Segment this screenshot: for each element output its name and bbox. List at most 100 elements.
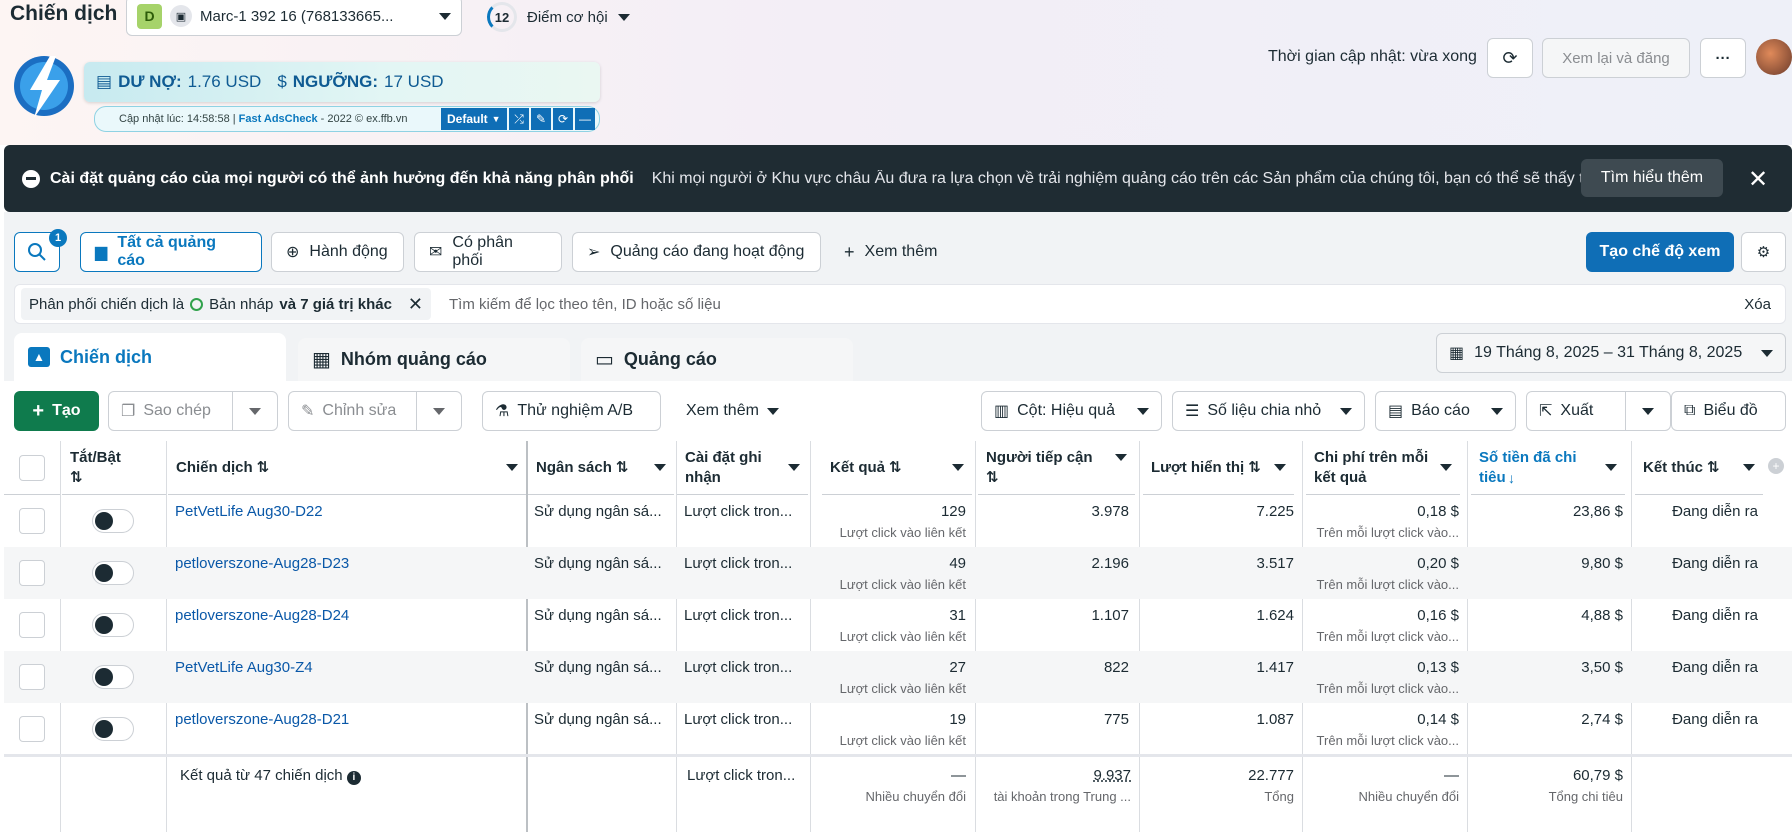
add-column-icon[interactable]: + [1768,458,1784,474]
campaign-name-link[interactable]: PetVetLife Aug30-D22 [175,503,515,520]
select-all-checkbox[interactable] [19,454,45,481]
row-checkbox[interactable] [19,612,45,638]
avatar[interactable] [1756,39,1792,75]
header-label: Số tiền đã chi tiêu [1479,448,1577,486]
refresh-button[interactable]: ⟳ [1487,38,1533,78]
campaign-toggle[interactable] [92,613,134,637]
learn-more-button[interactable]: Tìm hiểu thêm [1581,159,1723,197]
chevron-down-icon[interactable] [433,407,445,415]
chip-actions[interactable]: ⊕ Hành động [271,232,404,272]
campaign-toggle[interactable] [92,509,134,533]
row-checkbox[interactable] [19,664,45,690]
chip-active-ads[interactable]: ➢ Quảng cáo đang hoạt động [572,232,821,272]
shuffle-icon[interactable]: ⤮ [509,108,529,130]
duplicate-button[interactable]: ❐ Sao chép [108,391,278,431]
tab-campaigns[interactable]: ▲ Chiến dịch [14,333,286,381]
close-icon[interactable]: ✕ [1748,165,1768,194]
date-range-picker[interactable]: ▦ 19 Tháng 8, 2025 – 31 Tháng 8, 2025 [1436,333,1786,373]
review-publish-button[interactable]: Xem lại và đăng [1542,38,1690,78]
mode-select[interactable]: Default ▼ [441,108,507,130]
cost-per-result-cell: 0,18 $ [1417,503,1459,520]
tab-ad-sets[interactable]: ▦ Nhóm quảng cáo [298,338,570,381]
header-campaign[interactable]: Chiến dịch ⇅ [168,441,526,495]
chip-delivering[interactable]: ✉ Có phân phối [414,232,562,272]
header-end[interactable]: Kết thúc ⇅ [1635,441,1763,495]
row-checkbox[interactable] [19,716,45,742]
attribution-cell: Lượt click tron... [684,503,793,520]
tab-ads[interactable]: ▭ Quảng cáo [581,338,853,381]
account-selector[interactable]: D ▣ Marc-1 392 16 (768133665... [126,0,462,36]
minimize-icon[interactable]: — [575,108,595,130]
campaign-name-link[interactable]: petloverszone-Aug28-D21 [175,711,515,728]
campaign-toggle[interactable] [92,561,134,585]
campaign-toggle[interactable] [92,717,134,741]
create-view-button[interactable]: Tạo chế độ xem [1586,232,1734,272]
opportunity-score[interactable]: 12 Điểm cơ hội [487,2,630,32]
chevron-down-icon[interactable] [249,407,261,415]
amount-spent-cell: 3,50 $ [1581,659,1623,676]
row-checkbox[interactable] [19,560,45,586]
impressions-cell: 1.624 [1256,607,1294,624]
header-amount-spent[interactable]: Số tiền đã chi tiêu [1471,441,1625,495]
create-button[interactable]: + Tạo [14,391,99,431]
chip-label: Tất cả quảng cáo [117,234,216,269]
tab-label: Chiến dịch [60,346,153,367]
info-icon[interactable]: i [346,771,361,785]
plus-icon: + [32,399,45,422]
header-budget[interactable]: Ngân sách ⇅ [528,441,674,495]
ab-test-button[interactable]: ⚗ Thử nghiệm A/B [482,391,661,431]
chevron-down-icon [1115,454,1127,461]
header-reach[interactable]: Người tiếp cận ⇅ [978,441,1135,495]
header-label: Kết quả [830,458,886,476]
campaign-name-link[interactable]: petloverszone-Aug28-D24 [175,607,515,624]
campaign-toggle[interactable] [92,665,134,689]
end-cell: Đang diễn ra [1672,711,1758,728]
cost-per-result-sub: Trên mỗi lượt click vào... [1316,681,1459,696]
filter-search-input[interactable]: Tìm kiếm để lọc theo tên, ID hoặc số liệ… [449,296,1744,313]
campaign-name-link[interactable]: petloverszone-Aug28-D23 [175,555,515,572]
clear-filters-button[interactable]: Xóa [1744,296,1771,313]
header-attribution[interactable]: Cài đặt ghi nhận [677,441,808,495]
edit-icon[interactable]: ✎ [531,108,551,130]
header-results[interactable]: Kết quả ⇅ [822,441,972,495]
row-checkbox[interactable] [19,508,45,534]
duplicate-label: Sao chép [143,402,211,419]
more-options-button[interactable]: ··· [1700,38,1746,78]
campaign-name-link[interactable]: PetVetLife Aug30-Z4 [175,659,515,676]
close-icon[interactable]: ✕ [408,294,423,315]
totals-reach-sub: tài khoản trong Trung ... [993,789,1131,804]
filter-value: Bản nháp [209,295,274,313]
extension-status-bar: Cập nhật lúc: 14:58:58 | Fast AdsCheck -… [94,106,600,132]
export-button[interactable]: ⇱ Xuất [1526,391,1671,431]
chevron-down-icon [506,464,518,471]
header-toggle[interactable]: Tắt/Bật ⇅ [62,441,166,495]
header-impressions[interactable]: Lượt hiển thị ⇅ [1143,441,1294,495]
active-filter-chip[interactable]: Phân phối chiến dịch là Bản nháp và 7 gi… [21,288,432,320]
chevron-down-icon[interactable] [1642,407,1654,415]
breakdown-label: Số liệu chia nhỏ [1207,402,1322,419]
chip-all-ads[interactable]: ▆ Tất cả quảng cáo [80,232,262,272]
breakdown-button[interactable]: ☰ Số liệu chia nhỏ [1172,391,1365,431]
search-button[interactable]: 1 [14,229,67,272]
chevron-down-icon [1274,464,1286,471]
columns-button[interactable]: ▥ Cột: Hiệu quả [981,391,1162,431]
results-cell: 19 [949,711,966,728]
charts-button[interactable]: ⧉ Biểu đồ [1671,391,1786,431]
see-more-button[interactable]: + Xem thêm [830,232,958,272]
toolbar-see-more-button[interactable]: Xem thêm [674,391,798,431]
header-cost-per-result[interactable]: Chi phí trên mỗi kết quả [1306,441,1460,495]
edit-button[interactable]: ✎ Chỉnh sửa [288,391,462,431]
upload-circle-icon: ⊕ [286,244,300,261]
chevron-down-icon [1605,464,1617,471]
view-settings-button[interactable]: ⚙ [1741,232,1786,272]
calendar-icon: ▦ [1449,345,1465,362]
envelope-icon: ✉ [429,244,443,261]
brand-name: Fast AdsCheck [238,113,318,125]
header-label: Chiến dịch [176,458,253,476]
chevron-down-icon [1491,407,1503,415]
reports-button[interactable]: ▤ Báo cáo [1375,391,1516,431]
refresh-icon[interactable]: ⟳ [553,108,573,130]
cost-per-result-cell: 0,20 $ [1417,555,1459,572]
sliders-icon: ⚙ [1756,244,1771,261]
header-label: Lượt hiển thị [1151,458,1245,476]
